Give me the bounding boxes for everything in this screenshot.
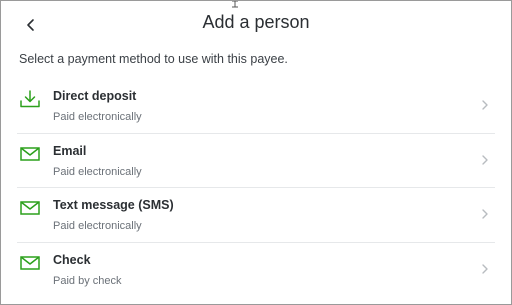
chevron-right-icon: [482, 154, 488, 165]
payment-method-email[interactable]: Email Paid electronically: [17, 134, 495, 188]
payment-method-description: Paid electronically: [53, 111, 142, 123]
envelope-icon: [20, 255, 40, 270]
payment-method-description: Paid electronically: [53, 165, 142, 178]
payment-method-check[interactable]: Check Paid by check: [17, 243, 495, 298]
payment-method-sms[interactable]: Text message (SMS) Paid electronically: [17, 188, 495, 243]
envelope-icon: [20, 201, 40, 215]
instructions-text: Select a payment method to use with this…: [19, 52, 288, 66]
payment-method-direct-deposit[interactable]: Direct deposit Paid electronically: [17, 79, 495, 134]
dialog-header: Add a person: [1, 1, 511, 49]
chevron-right-icon: [482, 100, 488, 110]
envelope-icon: [20, 146, 40, 161]
payment-method-description: Paid by check: [53, 274, 122, 287]
payment-method-label: Direct deposit: [53, 89, 137, 103]
page-title: Add a person: [202, 12, 310, 32]
payment-method-description: Paid electronically: [53, 220, 142, 232]
payment-method-label: Check: [53, 252, 91, 267]
payment-method-label: Email: [53, 143, 87, 158]
chevron-right-icon: [482, 209, 488, 219]
add-person-dialog: Add a person Select a payment method to …: [0, 0, 512, 305]
chevron-right-icon: [482, 263, 488, 274]
payment-method-label: Text message (SMS): [53, 198, 174, 212]
payment-method-list: Direct deposit Paid electronically Email…: [1, 79, 511, 297]
download-icon: [20, 90, 40, 108]
